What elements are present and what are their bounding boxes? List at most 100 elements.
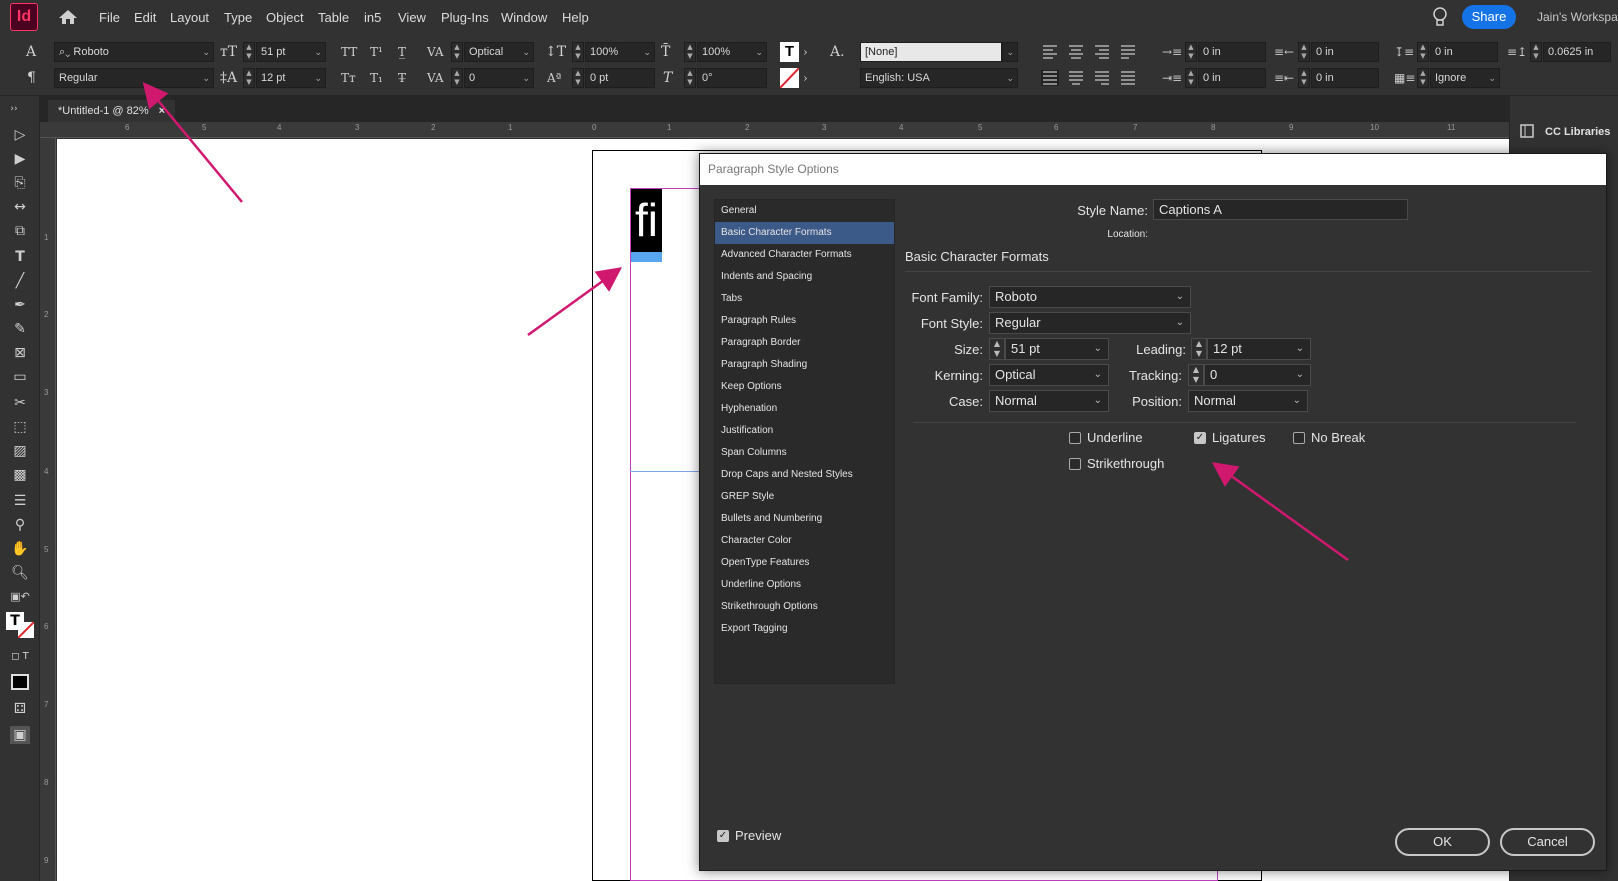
justify-center-icon[interactable]	[1069, 71, 1083, 85]
first-line-indent-field[interactable]: 0 in	[1198, 68, 1266, 88]
close-icon[interactable]: ×	[159, 105, 165, 117]
tracking-field[interactable]: 0 ⌄	[1204, 364, 1311, 386]
cc-libraries-tab[interactable]: CC Libraries	[1545, 126, 1610, 138]
align-left-icon[interactable]	[1043, 45, 1057, 59]
chevron-down-icon[interactable]: ⌄	[1488, 69, 1496, 87]
superscript-icon[interactable]: T¹	[370, 45, 383, 59]
font-style-field[interactable]: Regular ⌄	[54, 68, 214, 88]
eyedropper-tool-icon[interactable]: ⚲	[10, 516, 30, 534]
kerning-stepper[interactable]: ▲ ▼	[451, 42, 463, 62]
category-item[interactable]: Basic Character Formats	[715, 222, 894, 244]
underline-checkbox[interactable]	[1069, 432, 1081, 444]
underline-icon[interactable]: T̲	[398, 45, 406, 59]
space-after-field[interactable]: 0.0625 in	[1543, 42, 1611, 62]
position-select[interactable]: Normal ⌄	[1188, 390, 1308, 412]
menu-in5[interactable]: in5	[364, 10, 381, 25]
baseline-shift-stepper[interactable]: ▲ ▼	[572, 68, 584, 88]
justify-left-icon[interactable]	[1121, 45, 1135, 59]
menu-view[interactable]: View	[398, 10, 426, 25]
category-item[interactable]: Keep Options	[715, 376, 894, 398]
menu-window[interactable]: Window	[501, 10, 547, 25]
category-item[interactable]: General	[715, 200, 894, 222]
leading-stepper[interactable]: ▲ ▼	[243, 68, 255, 88]
left-indent-field[interactable]: 0 in	[1198, 42, 1266, 62]
document-tab[interactable]: *Untitled-1 @ 82% ×	[48, 100, 176, 122]
tracking-stepper[interactable]: ▲ ▼	[1188, 364, 1204, 386]
free-transform-tool-icon[interactable]: ⬚	[10, 418, 30, 436]
character-mode-icon[interactable]: A	[26, 44, 36, 60]
category-item[interactable]: GREP Style	[715, 486, 894, 508]
pencil-tool-icon[interactable]: ✎	[10, 320, 30, 338]
category-item[interactable]: OpenType Features	[715, 552, 894, 574]
category-list[interactable]: General Basic Character Formats Advanced C…	[714, 199, 895, 684]
space-before-stepper[interactable]: ▲ ▼	[1417, 42, 1429, 62]
strikethrough-icon[interactable]: T̶	[398, 71, 406, 85]
chevron-right-icon[interactable]: ›	[803, 45, 808, 59]
line-tool-icon[interactable]: ╱	[10, 272, 30, 290]
category-item[interactable]: Justification	[715, 420, 894, 442]
character-style-field[interactable]: [None]	[860, 42, 1002, 62]
gradient-swatch-tool-icon[interactable]: ▨	[10, 442, 30, 460]
content-collector-icon[interactable]: ⧉	[10, 222, 30, 240]
category-item[interactable]: Underline Options	[715, 574, 894, 596]
grid-align-stepper[interactable]: ▲ ▼	[1417, 68, 1429, 88]
direct-selection-tool-icon[interactable]: ▶	[10, 150, 30, 168]
chevron-down-icon[interactable]: ⌄	[522, 43, 530, 61]
category-item[interactable]: Paragraph Rules	[715, 310, 894, 332]
no-break-checkbox[interactable]	[1293, 432, 1305, 444]
dialog-title[interactable]: Paragraph Style Options	[700, 154, 1606, 185]
gradient-feather-tool-icon[interactable]: ▩	[10, 466, 30, 484]
character-style-dropdown[interactable]: ⌄	[1002, 42, 1018, 62]
tracking-stepper[interactable]: ▲ ▼	[451, 68, 463, 88]
chevron-right-icon[interactable]: ›	[803, 71, 808, 85]
category-item[interactable]: Paragraph Border	[715, 332, 894, 354]
menu-table[interactable]: Table	[318, 10, 349, 25]
left-indent-stepper[interactable]: ▲ ▼	[1185, 42, 1197, 62]
chevron-down-icon[interactable]: ⌄	[1006, 69, 1014, 87]
space-before-field[interactable]: 0 in	[1430, 42, 1498, 62]
category-item[interactable]: Hyphenation	[715, 398, 894, 420]
category-item[interactable]: Advanced Character Formats	[715, 244, 894, 266]
page-tool-icon[interactable]: ⎘	[10, 174, 30, 192]
case-select[interactable]: Normal ⌄	[989, 390, 1109, 412]
normal-view-icon[interactable]	[11, 674, 29, 690]
scissors-tool-icon[interactable]: ✂	[10, 394, 30, 412]
ligatures-checkbox[interactable]: ✓	[1194, 432, 1206, 444]
home-icon[interactable]	[58, 9, 78, 25]
menu-edit[interactable]: Edit	[134, 10, 156, 25]
small-caps-icon[interactable]: Tт	[341, 71, 356, 85]
leading-stepper[interactable]: ▲ ▼	[1191, 338, 1207, 360]
right-indent-field[interactable]: 0 in	[1311, 42, 1379, 62]
align-right-icon[interactable]	[1095, 45, 1109, 59]
last-line-indent-field[interactable]: 0 in	[1311, 68, 1379, 88]
hand-tool-icon[interactable]: ✋	[10, 540, 30, 558]
chevron-down-icon[interactable]: ⌄	[643, 43, 651, 61]
align-center-icon[interactable]	[1069, 45, 1083, 59]
size-stepper[interactable]: ▲ ▼	[989, 338, 1005, 360]
selection-tool-icon[interactable]: ▷	[10, 126, 30, 144]
baseline-shift-field[interactable]: 0 pt	[585, 68, 655, 88]
category-item[interactable]: Export Tagging	[715, 618, 894, 640]
chevron-down-icon[interactable]: ⌄	[314, 69, 322, 87]
last-line-indent-stepper[interactable]: ▲ ▼	[1298, 68, 1310, 88]
first-line-indent-stepper[interactable]: ▲ ▼	[1185, 68, 1197, 88]
chevron-down-icon[interactable]: ⌄	[202, 69, 210, 87]
grid-align-field[interactable]: Ignore ⌄	[1430, 68, 1500, 88]
horizontal-scale-stepper[interactable]: ▲ ▼	[684, 42, 696, 62]
font-family-field[interactable]: ⌕⌄ Roboto ⌄	[54, 42, 214, 62]
subscript-icon[interactable]: T₁	[370, 71, 383, 85]
screen-mode-icon[interactable]: ⚃	[10, 700, 30, 718]
category-item[interactable]: Indents and Spacing	[715, 266, 894, 288]
workspace-switcher[interactable]: Jain's Workspace	[1537, 10, 1618, 24]
default-fill-stroke-icon[interactable]: ▣↶	[10, 588, 30, 606]
rectangle-frame-tool-icon[interactable]: ⊠	[10, 344, 30, 362]
preview-mode-icon[interactable]: ▣	[10, 726, 30, 744]
font-size-field[interactable]: 51 pt ⌄	[256, 42, 326, 62]
skew-field[interactable]: 0°	[697, 68, 767, 88]
chevron-down-icon[interactable]: ⌄	[314, 43, 322, 61]
style-name-field[interactable]: Captions A	[1153, 199, 1408, 220]
gap-tool-icon[interactable]: ↔	[10, 198, 30, 216]
tracking-field[interactable]: 0 ⌄	[464, 68, 534, 88]
align-towards-spine-icon[interactable]	[1121, 71, 1135, 85]
category-item[interactable]: Character Color	[715, 530, 894, 552]
